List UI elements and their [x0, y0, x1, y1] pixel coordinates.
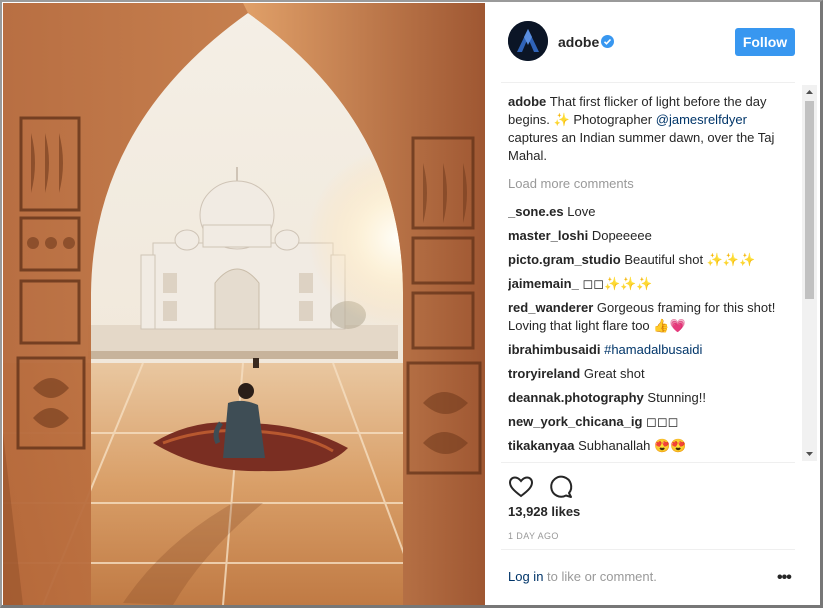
- login-prompt-text: to like or comment.: [547, 569, 657, 584]
- comment-username[interactable]: jaimemain_: [508, 276, 579, 291]
- comment-username[interactable]: troryireland: [508, 366, 580, 381]
- adobe-logo-icon: [508, 21, 548, 61]
- caption-mention-link[interactable]: @jamesrelfdyer: [656, 112, 747, 127]
- post-photo[interactable]: [3, 3, 485, 605]
- comment-username[interactable]: new_york_chicana_ig: [508, 414, 642, 429]
- comment-item: picto.gram_studio Beautiful shot ✨✨✨: [508, 251, 798, 269]
- comment-username[interactable]: ibrahimbusaidi: [508, 342, 600, 357]
- scroll-up-arrow-icon[interactable]: [802, 85, 817, 99]
- comment-item: ibrahimbusaidi #hamadalbusaidi: [508, 341, 798, 359]
- comment-username[interactable]: _sone.es: [508, 204, 564, 219]
- comment-username[interactable]: master_loshi: [508, 228, 588, 243]
- comment-text: Subhanallah 😍😍: [578, 438, 687, 453]
- caption-username[interactable]: adobe: [508, 94, 546, 109]
- comment-text: Dopeeeee: [591, 228, 652, 243]
- comment-item: red_wanderer Gorgeous framing for this s…: [508, 299, 798, 335]
- login-link[interactable]: Log in: [508, 569, 543, 584]
- post-username[interactable]: adobe: [558, 34, 599, 50]
- comment-text: Great shot: [583, 366, 645, 381]
- comment-username[interactable]: red_wanderer: [508, 300, 593, 315]
- login-prompt: Log in to like or comment.: [508, 569, 657, 584]
- heart-icon[interactable]: [507, 473, 535, 501]
- follow-button[interactable]: Follow: [735, 28, 795, 56]
- comment-username[interactable]: deannak.photography: [508, 390, 644, 405]
- comment-text: Beautiful shot ✨✨✨: [624, 252, 756, 267]
- comment-item: troryireland Great shot: [508, 365, 798, 383]
- comment-text: ◻◻◻: [646, 414, 679, 429]
- post-header: adobe Follow: [485, 3, 820, 83]
- comment-item: master_loshi Dopeeeee: [508, 227, 798, 245]
- comment-hashtag-link[interactable]: #hamadalbusaidi: [604, 342, 702, 357]
- footer-divider: [501, 549, 795, 550]
- post-details-panel: adobe Follow adobe That first flicker of…: [485, 3, 820, 605]
- scroll-down-arrow-icon[interactable]: [802, 447, 817, 461]
- load-more-comments-link[interactable]: Load more comments: [508, 175, 798, 193]
- comment-text: Love: [567, 204, 596, 219]
- taj-mahal-photo: [3, 3, 485, 605]
- comment-item: _sone.es Love: [508, 203, 798, 221]
- likes-count[interactable]: 13,928 likes: [508, 504, 580, 519]
- comment-icon[interactable]: [547, 473, 575, 501]
- comments-divider: [501, 462, 795, 463]
- comment-item: tikakanyaa Subhanallah 😍😍: [508, 437, 798, 455]
- caption-text-2: captures an Indian summer dawn, over the…: [508, 130, 775, 163]
- comment-item: jaimemain_ ◻◻✨✨✨: [508, 275, 798, 293]
- verified-badge-icon: [601, 35, 614, 48]
- header-divider: [501, 82, 795, 83]
- comment-username[interactable]: tikakanyaa: [508, 438, 575, 453]
- post-caption: adobe That first flicker of light before…: [508, 93, 798, 165]
- avatar[interactable]: [508, 21, 548, 61]
- comment-text: ◻◻✨✨✨: [582, 276, 653, 291]
- comment-text: Stunning!!: [647, 390, 706, 405]
- more-options-icon[interactable]: •••: [777, 569, 792, 587]
- comment-username[interactable]: picto.gram_studio: [508, 252, 621, 267]
- scrollbar-thumb[interactable]: [805, 101, 814, 299]
- comments-scrollbar[interactable]: [802, 85, 817, 461]
- comment-item: deannak.photography Stunning!!: [508, 389, 798, 407]
- comments-list: adobe That first flicker of light before…: [508, 93, 798, 463]
- post-timestamp: 1 DAY AGO: [508, 531, 559, 541]
- comment-item: new_york_chicana_ig ◻◻◻: [508, 413, 798, 431]
